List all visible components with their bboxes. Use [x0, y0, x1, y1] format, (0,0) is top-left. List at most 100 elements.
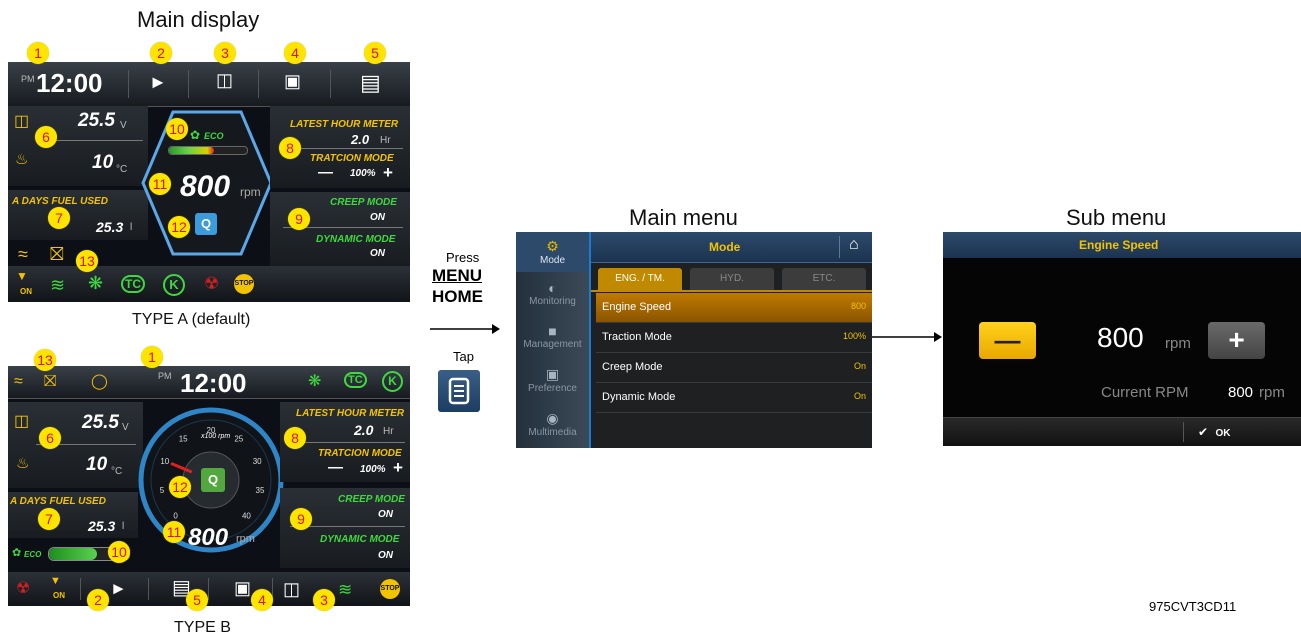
coolant-temp-icon: ♨	[16, 455, 30, 472]
caption-type-a: TYPE A (default)	[132, 311, 251, 328]
stop-badge: STOP	[234, 274, 254, 294]
traction-plus-button[interactable]: +	[393, 458, 403, 478]
sidebar-item-multimedia[interactable]: ◉ Multimedia	[516, 404, 589, 444]
wiper-icon[interactable]: ◫	[283, 580, 300, 598]
gauge-tick-label: 0	[173, 511, 178, 520]
menu-icon[interactable]: ▤	[360, 72, 381, 94]
fuel-label: A DAYS FUEL USED	[12, 196, 108, 207]
dynamic-mode-label: DYNAMIC MODE	[316, 234, 396, 245]
tc-badge: TC	[344, 372, 367, 388]
fuel-value: 25.3	[96, 219, 124, 235]
increase-button[interactable]: +	[1208, 322, 1265, 359]
marker-5-a: 5	[364, 42, 386, 64]
engine-speed-value: 800	[1097, 322, 1144, 353]
menu-tap-button[interactable]	[438, 370, 480, 412]
marker-10-b: 10	[108, 541, 130, 563]
sidebar-item-monitoring[interactable]: ◐ Monitoring	[516, 274, 589, 314]
work-light-icon[interactable]: ►	[110, 580, 127, 597]
traction-minus-button[interactable]: —	[318, 164, 333, 181]
menu-row-engine-speed[interactable]: Engine Speed 800	[596, 293, 872, 323]
menu-row-traction-mode[interactable]: Traction Mode 100%	[596, 323, 872, 353]
marker-2-b: 2	[87, 589, 109, 611]
battery-icon: ◫	[14, 413, 30, 430]
tab-etc[interactable]: ETC.	[782, 268, 866, 290]
sidebar-item-management[interactable]: ■ Management	[516, 317, 589, 357]
k-badge: K	[382, 371, 403, 392]
top-bar: PM 12:00 ► ◫ ▣ ▤	[8, 62, 410, 107]
marker-1-a: 1	[27, 42, 49, 64]
marker-10-a: 10	[166, 118, 188, 140]
engine-speed-unit: rpm	[1165, 335, 1191, 352]
main-menu-sidebar: ⚙ Mode ◐ Monitoring ■ Management ▣ Prefe…	[516, 232, 591, 448]
fan-icon: ❋	[308, 373, 322, 390]
dynamic-mode-value: ON	[370, 248, 385, 259]
press-label: Press	[446, 250, 480, 265]
sub-menu-header: Engine Speed	[943, 232, 1301, 258]
tc-badge: TC	[121, 275, 145, 293]
hour-meter-label: LATEST HOUR METER	[290, 119, 399, 130]
marker-9-b: 9	[290, 508, 312, 530]
fuel-value: 25.3	[88, 518, 116, 534]
wiper-icon[interactable]: ◫	[216, 71, 233, 89]
hour-meter-value: 2.0	[354, 422, 374, 438]
menu-row-dynamic-mode[interactable]: Dynamic Mode On	[596, 383, 872, 413]
main-menu-title: Mode	[709, 240, 741, 254]
marker-13-b: 13	[34, 349, 56, 371]
ok-button[interactable]: ✔ OK	[1198, 423, 1288, 443]
gauge-tick-label: 30	[253, 457, 262, 466]
eco-leaf-icon: ✿	[12, 547, 22, 559]
marker-8-b: 8	[284, 427, 306, 449]
ok-label: OK	[1215, 428, 1231, 439]
menu-key-label: MENU	[432, 266, 483, 285]
sidebar-item-label: Monitoring	[529, 296, 576, 307]
current-rpm-value: 800	[1228, 384, 1254, 401]
tab-hyd[interactable]: HYD.	[690, 268, 774, 290]
on-badge: ON	[53, 591, 65, 600]
monitor-icon: ▣	[545, 366, 560, 382]
fuel-unit: l	[122, 521, 125, 532]
dynamic-mode-label: DYNAMIC MODE	[320, 534, 400, 545]
gauge-tick-label: 40	[242, 511, 251, 520]
menu-row-label: Engine Speed	[602, 301, 672, 313]
voltage-value: 25.5	[78, 110, 115, 131]
traction-label: TRATCION MODE	[318, 448, 402, 459]
tab-eng-tm[interactable]: ENG. / TM.	[598, 268, 682, 290]
hour-meter-unit: Hr	[380, 135, 391, 146]
menu-row-label: Creep Mode	[602, 361, 663, 373]
gear-letter: Q	[207, 472, 219, 487]
on-badge: ON	[20, 287, 32, 296]
home-icon[interactable]: ⌂	[849, 236, 859, 254]
clock-time: 12:00	[36, 68, 103, 98]
eco-label: ECO	[24, 550, 42, 559]
check-icon: ✔	[1198, 425, 1209, 439]
camera-icon[interactable]: ▣	[234, 579, 251, 597]
sidebar-item-mode[interactable]: ⚙ Mode	[516, 232, 589, 272]
creep-mode-value: ON	[378, 509, 393, 520]
warning-person-icon: ☢	[204, 274, 220, 293]
traction-label: TRATCION MODE	[310, 153, 394, 164]
k-badge: K	[163, 274, 185, 296]
bottom-bar: ☢ ▼ ON ► ▤ ▣ ◫ ≋ STOP	[8, 572, 410, 606]
marker-4-b: 4	[251, 589, 273, 611]
menu-row-creep-mode[interactable]: Creep Mode On	[596, 353, 872, 383]
traction-plus-button[interactable]: +	[383, 163, 393, 183]
camera-icon[interactable]: ▣	[284, 72, 301, 90]
battery-icon: ◫	[14, 113, 30, 130]
gauge-unit-label: x100 rpm	[201, 433, 231, 440]
gauge-tick-label: 25	[234, 434, 243, 443]
sidebar-item-label: Preference	[528, 383, 577, 394]
gauge-tick-label: 35	[256, 486, 265, 495]
work-light-icon[interactable]: ►	[149, 73, 167, 91]
arrow-right-icon	[872, 332, 942, 342]
preheat-icon: ≈	[14, 373, 23, 390]
menu-row-label: Traction Mode	[602, 331, 672, 343]
decrease-button[interactable]: —	[979, 322, 1036, 359]
dashboard-type-a: PM 12:00 ► ◫ ▣ ▤ ◫ 25.5 V ♨ 10 °C A DAYS…	[8, 62, 410, 302]
caption-sub-menu: Sub menu	[1066, 205, 1167, 230]
fan-icon: ❋	[88, 273, 104, 293]
menu-row-value: 800	[850, 301, 866, 311]
sidebar-item-preference[interactable]: ▣ Preference	[516, 360, 589, 400]
traction-minus-button[interactable]: —	[328, 459, 343, 476]
eco-label: ECO	[204, 131, 224, 141]
rpm-unit: rpm	[236, 533, 255, 545]
